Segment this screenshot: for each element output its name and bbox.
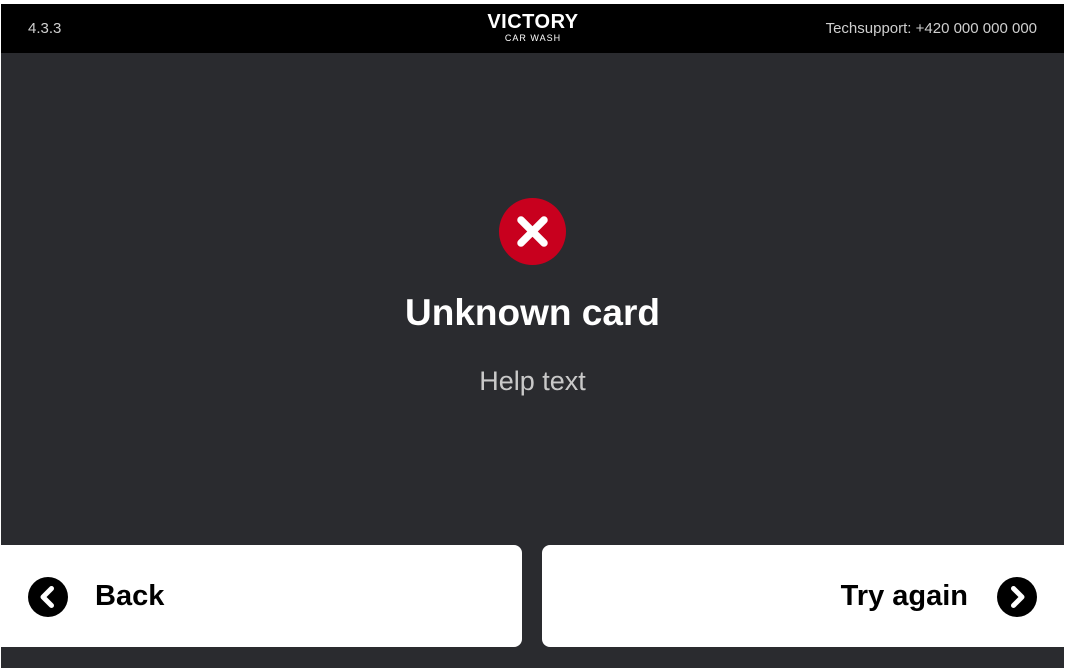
brand-logo: VICTORY CAR WASH	[482, 11, 584, 47]
back-button[interactable]: Back	[1, 545, 522, 647]
chevron-right-icon	[997, 577, 1037, 617]
app-screen: 4.3.3 VICTORY CAR WASH Techsupport: +420…	[1, 4, 1064, 668]
error-title: Unknown card	[405, 292, 660, 333]
help-text: Help text	[479, 366, 586, 396]
techsupport-label: Techsupport: +420 000 000 000	[825, 20, 1037, 37]
top-bar: 4.3.3 VICTORY CAR WASH Techsupport: +420…	[1, 4, 1064, 53]
logo-sub-text: CAR WASH	[504, 33, 562, 43]
version-label: 4.3.3	[28, 20, 62, 37]
try-again-button-label: Try again	[840, 580, 968, 612]
try-again-button[interactable]: Try again	[542, 545, 1064, 647]
error-x-icon	[499, 198, 566, 265]
logo-main-text: VICTORY	[487, 11, 579, 33]
chevron-left-icon	[28, 577, 68, 617]
back-button-label: Back	[95, 580, 165, 612]
